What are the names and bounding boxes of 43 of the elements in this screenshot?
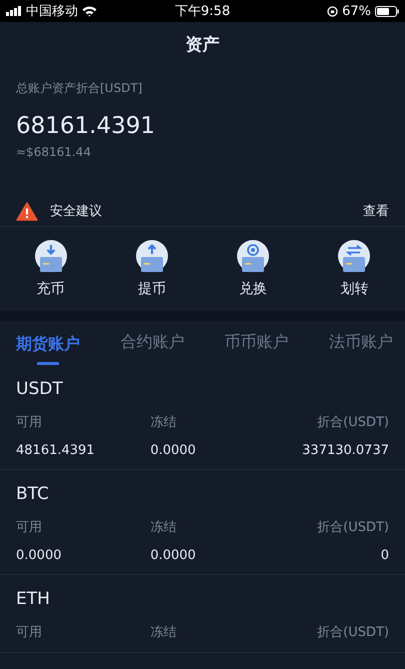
- wifi-icon: [82, 6, 97, 16]
- balance-value: 0.0000: [149, 548, 196, 563]
- total-assets-value: 68161.4391: [16, 113, 156, 139]
- account-tab[interactable]: 法币账户: [328, 321, 393, 365]
- account-tab[interactable]: 币币账户: [224, 321, 289, 365]
- balance-value: 48161.4391: [16, 443, 95, 458]
- transfer-wallet-icon: [337, 240, 372, 274]
- column-label: 折合(USDT): [317, 519, 389, 536]
- balance-value: 0: [380, 548, 389, 563]
- balance-value: 0.0000: [16, 548, 62, 563]
- column-label: 可用: [16, 624, 42, 641]
- action-button[interactable]: 充币: [34, 240, 68, 298]
- action-button[interactable]: 划转: [337, 240, 372, 298]
- battery-percent: 67%: [342, 4, 371, 18]
- upload-wallet-icon: [134, 240, 169, 274]
- balance-value: 337130.0737: [302, 443, 389, 458]
- download-wallet-icon: [34, 240, 68, 274]
- balance-value: 0.0000: [149, 443, 196, 458]
- fiat-value: ≈$68161.44: [16, 145, 91, 159]
- column-label: 可用: [16, 414, 42, 431]
- column-label: 折合(USDT): [317, 624, 389, 641]
- signal-icon: [6, 6, 22, 16]
- column-label: 冻结: [149, 624, 176, 641]
- battery-icon: [375, 6, 399, 16]
- account-tab[interactable]: 合约账户: [120, 321, 184, 365]
- view-link[interactable]: 查看: [363, 202, 389, 220]
- column-label: 可用: [16, 519, 42, 536]
- security-advice-text: 安全建议: [50, 203, 102, 220]
- page-title: 资产: [186, 34, 220, 56]
- column-label: 冻结: [149, 414, 176, 431]
- action-button[interactable]: 兑换: [236, 240, 270, 298]
- exchange-wallet-icon: [236, 240, 270, 274]
- column-label: 冻结: [149, 519, 176, 536]
- coin-name: BTC: [16, 484, 49, 504]
- coin-name: USDT: [16, 379, 63, 399]
- action-button[interactable]: 提币: [134, 240, 169, 298]
- column-label: 折合(USDT): [317, 414, 389, 431]
- carrier-name: 中国移动: [26, 3, 78, 20]
- coin-name: ETH: [16, 589, 50, 609]
- total-assets-label: 总账户资产折合[USDT]: [16, 80, 142, 97]
- clock-time: 下午9:58: [174, 3, 230, 20]
- rotation-lock-icon: [327, 6, 338, 16]
- warning-icon: [16, 202, 38, 220]
